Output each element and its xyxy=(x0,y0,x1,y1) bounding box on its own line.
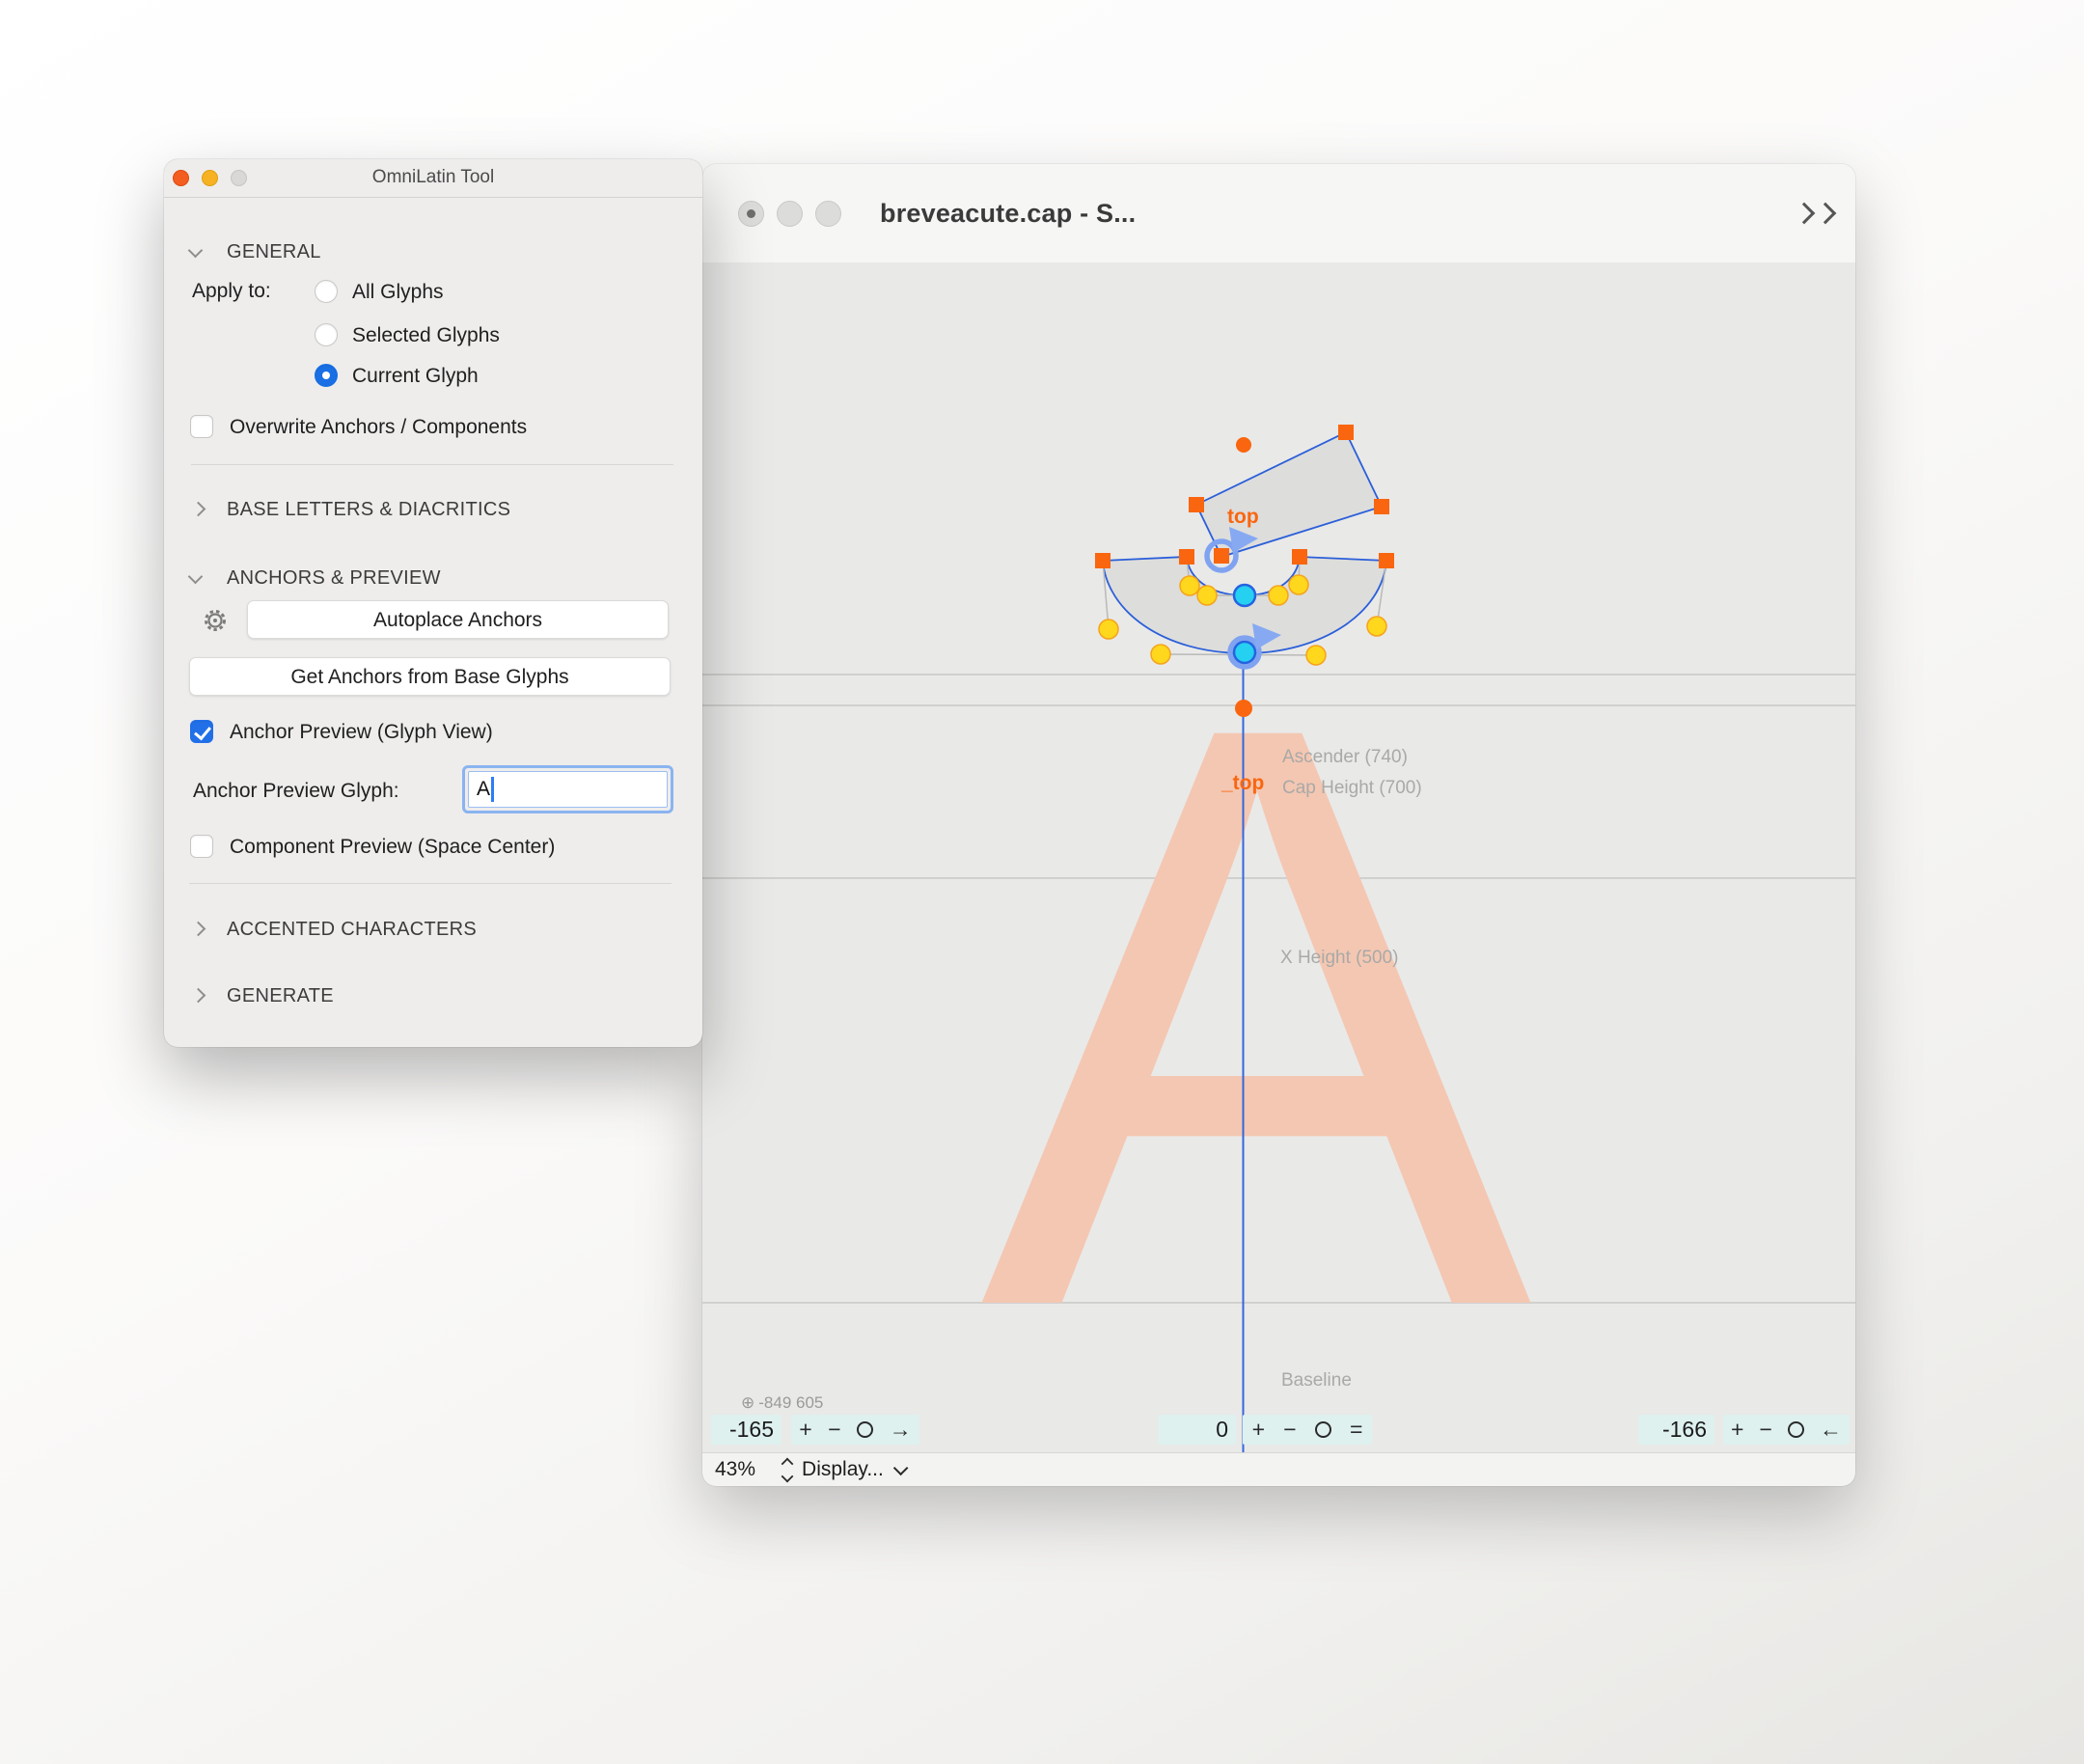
glyph-drawing: A xyxy=(702,262,1855,1452)
panel-title: OmniLatin Tool xyxy=(164,167,702,188)
autoplace-anchors-button[interactable]: Autoplace Anchors xyxy=(247,600,669,639)
center-value-field[interactable]: 0 xyxy=(1158,1415,1236,1445)
zoom-button[interactable] xyxy=(815,201,841,227)
bottom-anchor[interactable] xyxy=(1235,700,1252,717)
ascender-label: Ascender (740) xyxy=(1282,747,1408,768)
preview-glyph-field-ring: A xyxy=(462,765,673,813)
radio-all-glyphs-label[interactable]: All Glyphs xyxy=(352,281,444,304)
section-general-label: GENERAL xyxy=(227,241,321,263)
panel-titlebar: OmniLatin Tool xyxy=(164,159,702,198)
anchor-preview-checkbox[interactable] xyxy=(190,720,213,743)
component-preview-checkbox[interactable] xyxy=(190,835,213,858)
chevron-right-icon xyxy=(191,502,206,517)
chevron-down-icon xyxy=(188,243,204,259)
decrement-button[interactable]: − xyxy=(828,1415,840,1445)
cap-height-label: Cap Height (700) xyxy=(1282,778,1422,799)
minimize-button[interactable] xyxy=(777,201,803,227)
anchor-preview-glyph: A xyxy=(980,553,1536,1452)
decrement-button[interactable]: − xyxy=(1283,1415,1296,1445)
anchor-preview-label[interactable]: Anchor Preview (Glyph View) xyxy=(230,721,493,744)
display-dropdown[interactable]: Display... xyxy=(802,1458,884,1481)
text-caret xyxy=(491,777,494,802)
zoom-level[interactable]: 43% xyxy=(715,1458,755,1481)
top-anchor[interactable] xyxy=(1236,437,1251,453)
editor-titlebar: breveacute.cap - S... xyxy=(702,164,1855,262)
radio-selected-glyphs[interactable] xyxy=(315,323,338,346)
stepper-icon[interactable] xyxy=(782,1459,792,1481)
unsaved-dot-icon xyxy=(747,209,755,218)
chevron-right-icon xyxy=(191,922,206,937)
left-sidebearing-controls[interactable]: + − → xyxy=(791,1415,919,1445)
window-title: breveacute.cap - S... xyxy=(880,199,1136,229)
right-sidebearing-controls[interactable]: + − ← xyxy=(1723,1415,1850,1445)
component-preview-label[interactable]: Component Preview (Space Center) xyxy=(230,836,555,859)
radio-current-glyph-label[interactable]: Current Glyph xyxy=(352,365,479,388)
glyph-canvas[interactable]: A xyxy=(702,262,1855,1452)
chevron-down-icon xyxy=(893,1460,909,1475)
top-anchor-label: top xyxy=(1227,506,1259,529)
overwrite-anchors-checkbox[interactable] xyxy=(190,415,213,438)
ring-button[interactable] xyxy=(1788,1421,1804,1438)
overwrite-anchors-label[interactable]: Overwrite Anchors / Components xyxy=(230,416,527,439)
ring-button[interactable] xyxy=(1315,1421,1331,1438)
bottom-anchor-label: _top xyxy=(1221,772,1264,795)
cursor-coordinates: ⊕-849 605 xyxy=(741,1393,827,1413)
apply-to-label: Apply to: xyxy=(192,280,271,303)
section-base-letters-label: BASE LETTERS & DIACRITICS xyxy=(227,499,510,521)
radio-all-glyphs[interactable] xyxy=(315,280,338,303)
get-anchors-button[interactable]: Get Anchors from Base Glyphs xyxy=(189,657,671,696)
x-height-label: X Height (500) xyxy=(1280,948,1399,969)
preview-glyph-label: Anchor Preview Glyph: xyxy=(193,780,399,803)
increment-button[interactable]: + xyxy=(1252,1415,1265,1445)
crosshair-icon: ⊕ xyxy=(741,1393,754,1412)
gear-icon[interactable] xyxy=(202,607,229,634)
preview-glyph-input[interactable]: A xyxy=(468,771,668,808)
close-button[interactable] xyxy=(738,201,764,227)
section-accented-label: ACCENTED CHARACTERS xyxy=(227,919,477,941)
radio-current-glyph[interactable] xyxy=(315,364,338,387)
decrement-button[interactable]: − xyxy=(1759,1415,1771,1445)
section-anchors-preview-label: ANCHORS & PREVIEW xyxy=(227,567,441,590)
preview-glyph-value: A xyxy=(477,778,490,801)
equals-button[interactable]: = xyxy=(1350,1415,1362,1445)
chevron-right-icon xyxy=(191,988,206,1004)
editor-statusbar: 43% Display... xyxy=(702,1452,1855,1486)
divider xyxy=(189,883,672,884)
radio-selected-glyphs-label[interactable]: Selected Glyphs xyxy=(352,324,500,347)
chevron-down-icon xyxy=(188,569,204,585)
baseline-label: Baseline xyxy=(1281,1370,1352,1392)
arrow-left-button[interactable]: ← xyxy=(1820,1415,1842,1445)
increment-button[interactable]: + xyxy=(1731,1415,1743,1445)
section-generate-label: GENERATE xyxy=(227,985,334,1007)
increment-button[interactable]: + xyxy=(799,1415,811,1445)
acute-outline[interactable] xyxy=(1196,432,1382,557)
glyph-editor-window: breveacute.cap - S... A xyxy=(702,164,1855,1486)
right-sidebearing-field[interactable]: -166 xyxy=(1638,1415,1714,1445)
divider xyxy=(191,464,673,465)
toolbar-overflow-icon[interactable] xyxy=(1796,203,1841,228)
omnilatin-tool-panel: OmniLatin Tool GENERAL Apply to: All Gly… xyxy=(164,159,702,1047)
center-controls[interactable]: + − = xyxy=(1243,1415,1372,1445)
arrow-right-button[interactable]: → xyxy=(890,1415,912,1445)
left-sidebearing-field[interactable]: -165 xyxy=(711,1415,782,1445)
ring-button[interactable] xyxy=(857,1421,873,1438)
